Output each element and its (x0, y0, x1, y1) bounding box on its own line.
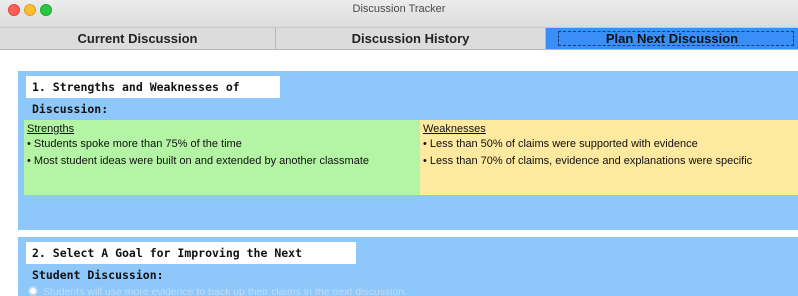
goal-option[interactable]: Students will use more evidence to back … (28, 285, 407, 296)
strengths-weaknesses-panel: 1. Strengths and Weaknesses of Discussio… (18, 71, 798, 230)
weaknesses-title: Weaknesses (423, 123, 486, 135)
section2-heading: 2. Select A Goal for Improving the Next … (26, 242, 356, 282)
radio-button[interactable] (28, 286, 38, 296)
tab-bar: Current Discussion Discussion History Pl… (0, 28, 798, 50)
window-titlebar: Discussion Tracker (0, 0, 798, 28)
strength-item: • Students spoke more than 75% of the ti… (27, 138, 242, 150)
goal-selection-panel: 2. Select A Goal for Improving the Next … (18, 237, 798, 296)
strengths-title: Strengths (27, 123, 75, 135)
window-title: Discussion Tracker (352, 3, 446, 15)
tab-current-discussion[interactable]: Current Discussion (0, 28, 276, 50)
weaknesses-box: Weaknesses • Less than 50% of claims wer… (420, 120, 798, 195)
section1-heading: 1. Strengths and Weaknesses of Discussio… (26, 76, 280, 116)
strengths-box: Strengths • Students spoke more than 75%… (24, 120, 420, 195)
tab-discussion-history[interactable]: Discussion History (276, 28, 546, 50)
weakness-item: • Less than 50% of claims were supported… (423, 138, 698, 150)
tab-plan-next-discussion[interactable]: Plan Next Discussion (546, 28, 798, 50)
strength-item: • Most student ideas were built on and e… (27, 155, 369, 167)
weakness-item: • Less than 70% of claims, evidence and … (423, 155, 753, 167)
tab-focus-ring (558, 31, 794, 46)
goal-option-label: Students will use more evidence to back … (43, 286, 408, 296)
